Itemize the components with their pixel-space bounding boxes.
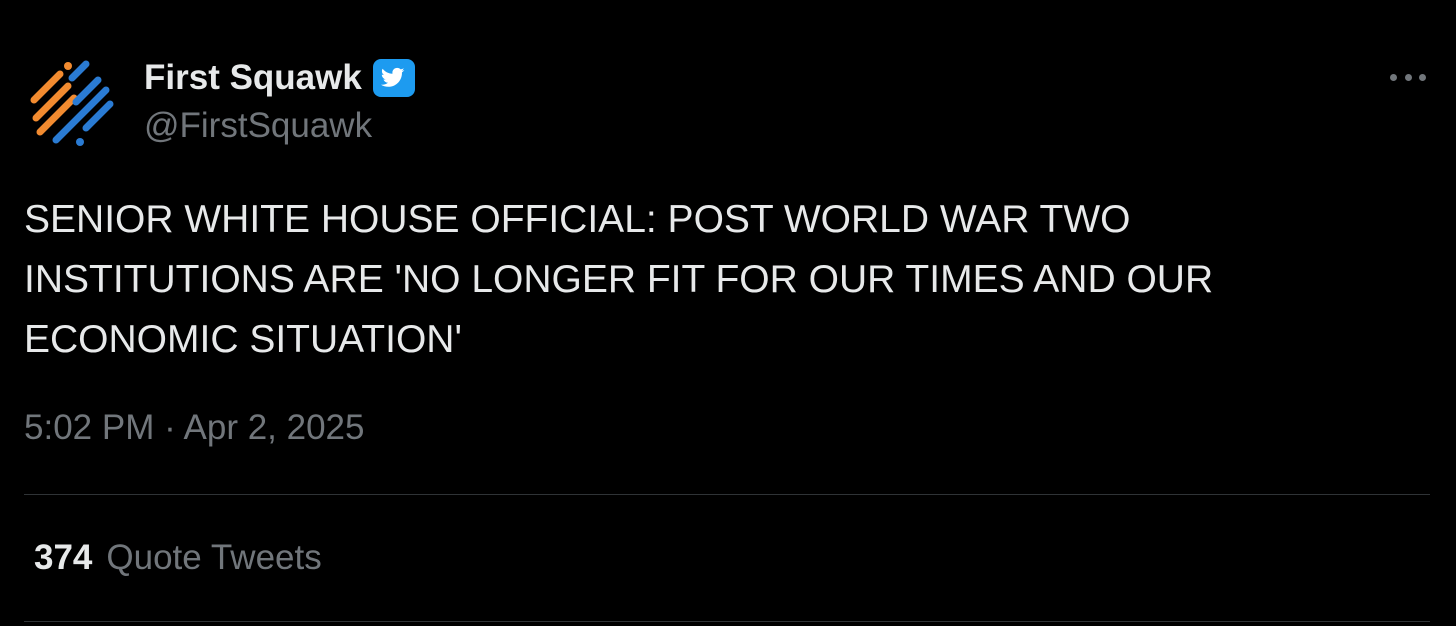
tweet-text: SENIOR WHITE HOUSE OFFICIAL: POST WORLD … — [24, 198, 1214, 361]
author-display-name[interactable]: First Squawk — [144, 58, 362, 98]
avatar[interactable] — [24, 56, 120, 152]
verified-badge-icon[interactable] — [372, 58, 416, 98]
divider — [24, 621, 1430, 622]
more-dot — [1419, 73, 1426, 81]
more-dot — [1404, 73, 1412, 81]
first-squawk-logo-icon — [30, 60, 114, 146]
tweet-timestamp[interactable]: 5:02 PM · Apr 2, 2025 — [24, 408, 364, 448]
more-dot — [1390, 73, 1397, 81]
quote-count: 374 — [34, 538, 93, 577]
more-options-icon[interactable] — [1390, 62, 1426, 92]
divider — [24, 494, 1430, 495]
quote-tweets-stat[interactable]: 374 Quote Tweets — [34, 538, 322, 578]
author-block: First Squawk @FirstSquawk — [144, 56, 416, 146]
tweet-card: First Squawk @FirstSquawk SENIOR WHITE H… — [0, 0, 1456, 626]
author-handle[interactable]: @FirstSquawk — [144, 106, 416, 146]
author-name-row: First Squawk — [144, 56, 416, 100]
quote-label: Quote Tweets — [106, 538, 322, 577]
